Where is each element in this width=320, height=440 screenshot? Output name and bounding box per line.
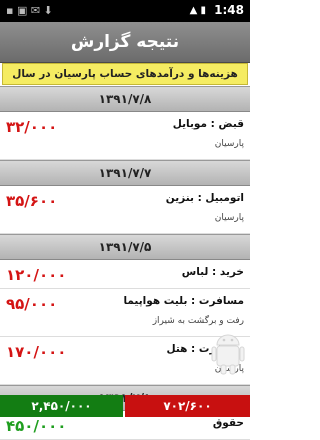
transaction-row[interactable]: قبض : موبایل پارسیان ۳۲/۰۰۰: [0, 112, 250, 160]
income-total: ۲,۴۵۰/۰۰۰: [0, 395, 123, 417]
page-title: نتیجه گزارش: [70, 32, 180, 52]
date-header: ۱۳۹۱/۷/۸: [0, 86, 250, 112]
notification-icons: ▪ ▣ ✉ ⬇: [6, 4, 53, 17]
transaction-row[interactable]: خرید : لباس ۱۲۰/۰۰۰: [0, 260, 250, 289]
transaction-amount: ۳۲/۰۰۰: [6, 118, 58, 136]
transaction-amount: ۱۷۰/۰۰۰: [6, 343, 67, 361]
transaction-amount: ۴۵۰/۰۰۰: [6, 417, 67, 435]
date-header: ۱۳۹۱/۷/۵: [0, 234, 250, 260]
status-time: 1:48: [214, 3, 244, 17]
transaction-description: پارسیان: [214, 213, 244, 223]
transaction-description: پارسیان: [214, 139, 244, 149]
transaction-amount: ۳۵/۶۰۰: [6, 192, 58, 210]
date-header: ۱۳۹۱/۷/۷: [0, 160, 250, 186]
transaction-title: حقوق: [212, 417, 244, 429]
transaction-description: رفت و برگشت به شیراز: [152, 316, 244, 326]
status-bar: ▪ ▣ ✉ ⬇ ▲ ▮ 1:48: [0, 0, 250, 22]
transaction-list[interactable]: ۱۳۹۱/۷/۸ قبض : موبایل پارسیان ۳۲/۰۰۰ ۱۳۹۱/۷/…: [0, 86, 250, 440]
report-subtitle: هزینه‌ها و درآمدهای حساب پارسیان در سال …: [2, 63, 248, 100]
transaction-title: مسافرت : بلیت هواپیما: [123, 295, 244, 307]
expense-total: ۷۰۲/۶۰۰: [125, 395, 250, 417]
transaction-title: قبض : موبایل: [172, 118, 244, 130]
transaction-row[interactable]: اتومبیل : بنزین پارسیان ۳۵/۶۰۰: [0, 186, 250, 234]
title-bar: نتیجه گزارش: [0, 22, 250, 63]
transaction-amount: ۹۵/۰۰۰: [6, 295, 58, 313]
transaction-title: خرید : لباس: [181, 266, 244, 278]
transaction-amount: ۱۲۰/۰۰۰: [6, 266, 67, 284]
android-logo-icon: [211, 334, 245, 375]
transaction-title: اتومبیل : بنزین: [165, 192, 244, 204]
totals-footer: ۲,۴۵۰/۰۰۰ ۷۰۲/۶۰۰: [0, 395, 250, 417]
signal-battery-icons: ▲ ▮: [189, 5, 206, 16]
